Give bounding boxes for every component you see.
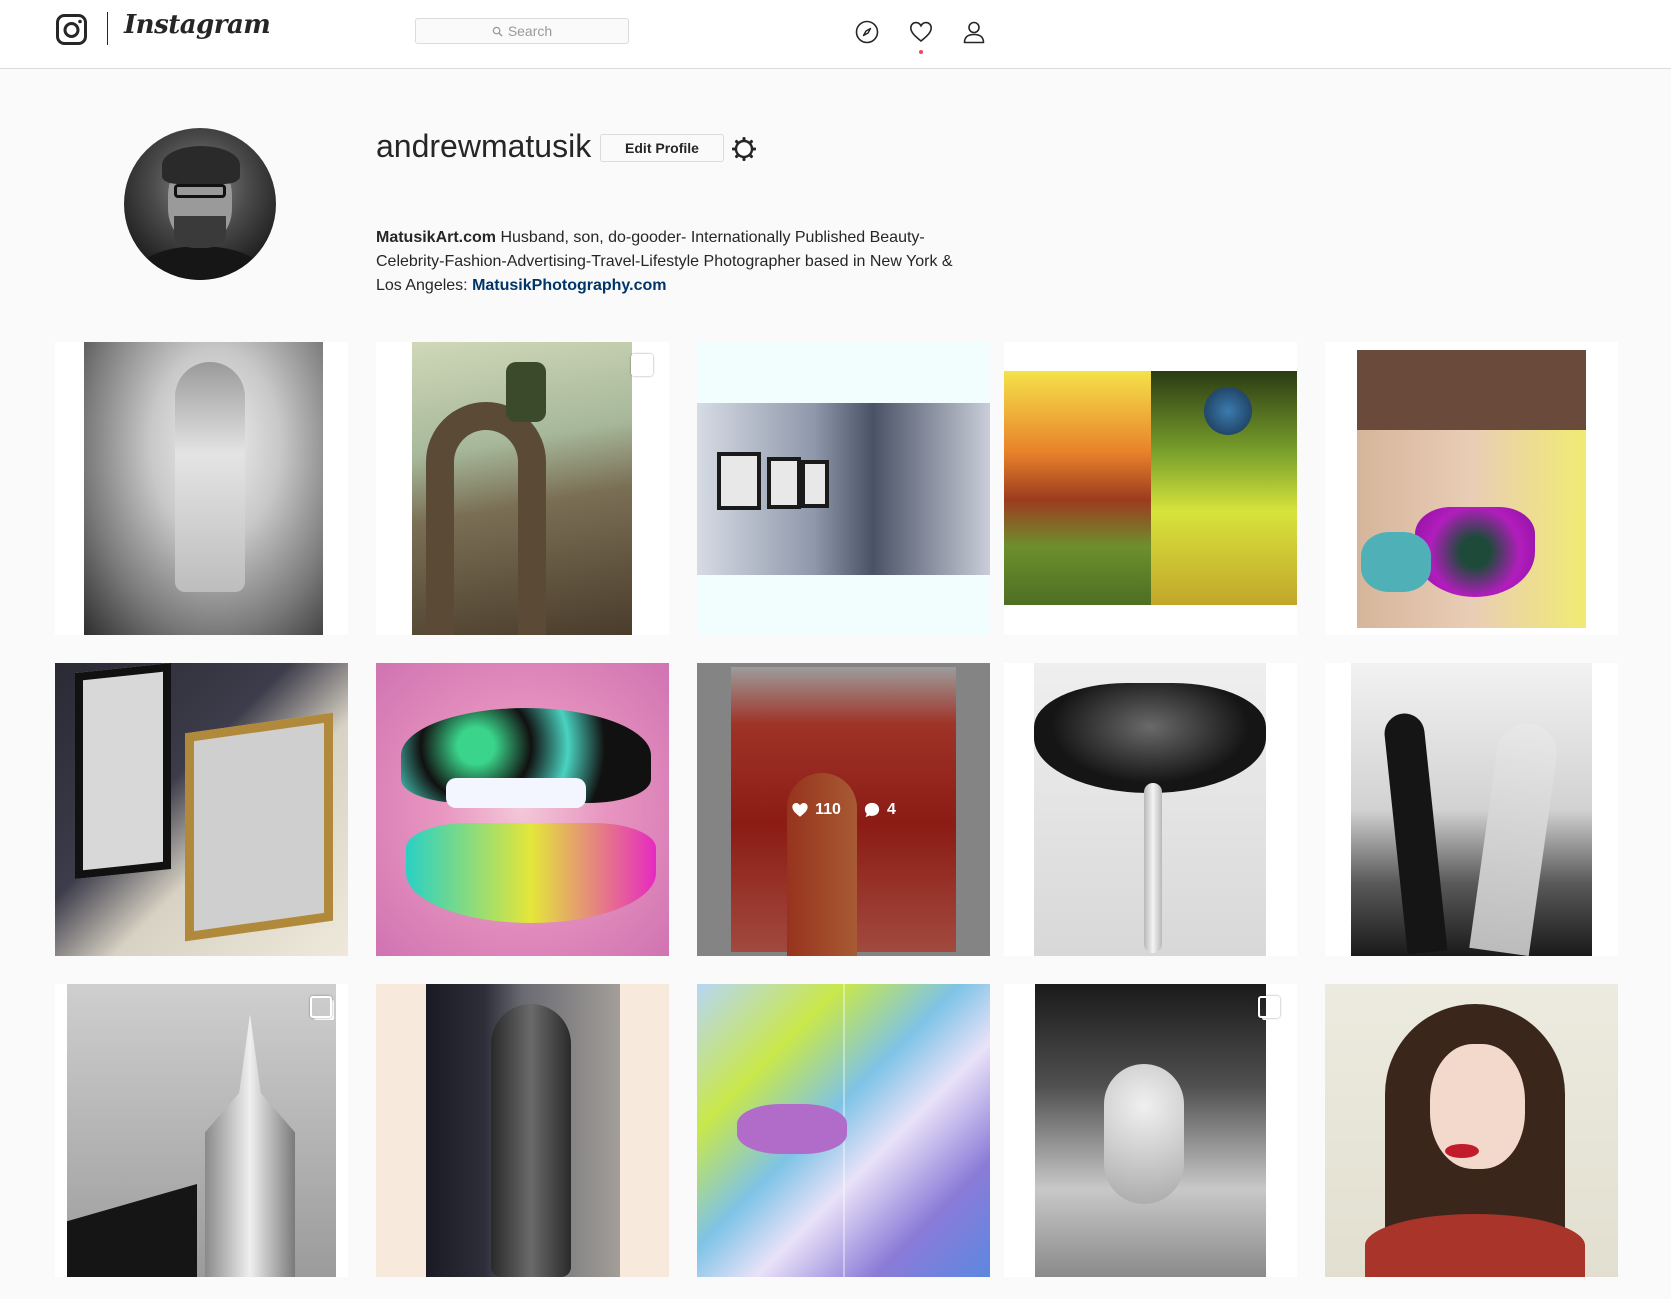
profile-bio: MatusikArt.com Husband, son, do-gooder- … bbox=[376, 226, 976, 298]
post-tile[interactable] bbox=[697, 984, 990, 1277]
multiple-photos-icon bbox=[1258, 996, 1280, 1018]
post-tile[interactable] bbox=[1325, 663, 1618, 956]
post-tile[interactable] bbox=[376, 984, 669, 1277]
multiple-photos-icon bbox=[631, 354, 653, 376]
post-tile[interactable] bbox=[55, 663, 348, 956]
profile-avatar[interactable] bbox=[124, 128, 276, 280]
edit-profile-button[interactable]: Edit Profile bbox=[600, 134, 724, 162]
post-tile[interactable] bbox=[1004, 342, 1297, 635]
compass-icon bbox=[855, 20, 879, 44]
heart-icon bbox=[792, 802, 808, 817]
top-navigation-bar: Instagram Search bbox=[0, 0, 1671, 69]
post-tile[interactable]: 110 4 bbox=[697, 663, 990, 956]
notification-dot bbox=[919, 50, 923, 54]
gear-icon[interactable] bbox=[731, 136, 757, 162]
post-hover-overlay: 110 4 bbox=[697, 663, 990, 956]
post-tile[interactable] bbox=[55, 342, 348, 635]
person-icon bbox=[963, 21, 985, 44]
comment-icon bbox=[864, 802, 880, 817]
post-tile[interactable] bbox=[1004, 663, 1297, 956]
profile-username: andrewmatusik bbox=[376, 128, 592, 164]
search-input[interactable]: Search bbox=[415, 18, 629, 44]
logo-divider bbox=[107, 12, 108, 45]
post-tile[interactable] bbox=[1004, 984, 1297, 1277]
post-tile[interactable] bbox=[376, 342, 669, 635]
activity-button[interactable] bbox=[909, 20, 933, 44]
post-tile[interactable] bbox=[1325, 984, 1618, 1277]
post-tile[interactable] bbox=[55, 984, 348, 1277]
bio-link[interactable]: MatusikPhotography.com bbox=[472, 277, 666, 294]
like-count: 110 bbox=[791, 801, 841, 819]
search-placeholder: Search bbox=[507, 23, 553, 39]
post-tile[interactable] bbox=[376, 663, 669, 956]
instagram-logo-icon[interactable] bbox=[56, 14, 87, 45]
profile-button[interactable] bbox=[962, 20, 986, 44]
explore-button[interactable] bbox=[855, 20, 879, 44]
like-count-value: 110 bbox=[815, 800, 841, 818]
comment-count: 4 bbox=[863, 801, 896, 819]
post-tile[interactable] bbox=[1325, 342, 1618, 635]
instagram-wordmark[interactable]: Instagram bbox=[124, 10, 271, 40]
multiple-photos-icon bbox=[310, 996, 332, 1018]
heart-icon bbox=[909, 21, 933, 43]
post-tile[interactable] bbox=[697, 342, 990, 635]
comment-count-value: 4 bbox=[886, 800, 896, 818]
search-icon bbox=[492, 26, 503, 37]
bio-name: MatusikArt.com bbox=[376, 229, 497, 246]
